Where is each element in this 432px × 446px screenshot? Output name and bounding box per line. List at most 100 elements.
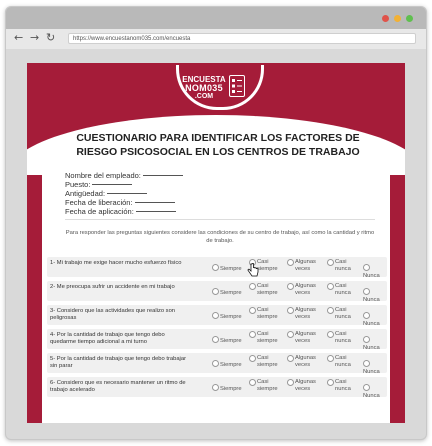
answer-option[interactable]: Siempre [212,360,242,369]
answer-option[interactable]: Casi siempre [249,331,285,344]
answer-option-label: Casi siempre [257,283,278,296]
radio-icon[interactable] [212,288,219,295]
answer-option[interactable]: Nunca [363,312,387,327]
answer-option-label: Algunas veces [295,331,316,344]
close-window-icon[interactable] [382,15,389,22]
answer-option-label: Casi siempre [257,355,278,368]
question-row: 2- Me preocupa sufrir un accidente en mi… [47,281,387,303]
url-field[interactable]: https://www.encuestanom035.com/encuesta [68,33,416,44]
radio-icon[interactable] [327,283,334,290]
radio-icon[interactable] [363,336,370,343]
minimize-window-icon[interactable] [394,15,401,22]
answer-option-label: Siempre [220,314,242,320]
radio-icon[interactable] [327,379,334,386]
answer-option[interactable]: Nunca [363,264,387,279]
answer-option[interactable]: Algunas veces [287,259,323,272]
logo[interactable]: ENCUESTA NOM035 .COM [181,75,253,105]
radio-icon[interactable] [249,307,256,314]
answer-option[interactable]: Nunca [363,288,387,303]
forward-arrow-icon[interactable]: → [30,31,39,44]
logo-line3: .COM [194,93,214,100]
radio-icon[interactable] [287,259,294,266]
back-arrow-icon[interactable]: ← [14,31,23,44]
answer-option[interactable]: Siempre [212,384,242,393]
question-row: 1- Mi trabajo me exige hacer mucho esfue… [47,257,387,279]
answer-option[interactable]: Siempre [212,264,242,273]
answer-option-label: Casi nunca [335,331,351,344]
answer-option[interactable]: Casi nunca [327,355,363,368]
radio-icon[interactable] [287,379,294,386]
answer-option-label: Algunas veces [295,355,316,368]
employee-fields: Nombre del empleado: Puesto: Antigüedad:… [65,171,183,216]
answer-option[interactable]: Casi nunca [327,283,363,296]
answer-option-label: Casi nunca [335,307,351,320]
answer-option-label: Casi siempre [257,307,278,320]
answer-option-label: Nunca [363,392,380,399]
radio-icon[interactable] [287,283,294,290]
reload-icon[interactable]: ↻ [46,31,55,44]
radio-icon[interactable] [363,288,370,295]
cursor-hand-icon [247,263,259,277]
answer-option[interactable]: Siempre [212,312,242,321]
radio-icon[interactable] [363,264,370,271]
answer-option[interactable]: Casi siempre [249,283,285,296]
answer-option[interactable]: Nunca [363,336,387,351]
radio-icon[interactable] [249,379,256,386]
radio-icon[interactable] [212,336,219,343]
question-text: 6- Considero que es necesario mantener u… [50,380,186,393]
answer-option[interactable]: Casi nunca [327,307,363,320]
answer-option-label: Casi nunca [335,355,351,368]
field-fecha-aplicacion[interactable]: Fecha de aplicación: [65,207,183,216]
radio-icon[interactable] [363,312,370,319]
radio-icon[interactable] [212,312,219,319]
field-puesto[interactable]: Puesto: [65,180,183,189]
radio-icon[interactable] [363,384,370,391]
radio-icon[interactable] [363,360,370,367]
radio-icon[interactable] [212,264,219,271]
answer-option-label: Siempre [220,386,242,392]
answer-option-label: Algunas veces [295,259,316,272]
question-text: 4- Por la cantidad de trabajo que tengo … [50,332,165,345]
answer-option[interactable]: Algunas veces [287,307,323,320]
radio-icon[interactable] [249,283,256,290]
radio-icon[interactable] [212,360,219,367]
answer-option-label: Casi nunca [335,283,351,296]
answer-option-label: Nunca [363,320,380,327]
answer-option[interactable]: Siempre [212,336,242,345]
field-antiguedad[interactable]: Antigüedad: [65,189,183,198]
answer-option[interactable]: Nunca [363,360,387,375]
radio-icon[interactable] [327,355,334,362]
answer-option[interactable]: Casi siempre [249,379,285,392]
answer-option[interactable]: Siempre [212,288,242,297]
radio-icon[interactable] [249,355,256,362]
question-text: 5- Por la cantidad de trabajo que tengo … [50,356,187,369]
radio-icon[interactable] [327,331,334,338]
answer-option[interactable]: Casi nunca [327,259,363,272]
answer-option[interactable]: Nunca [363,384,387,399]
answer-option-label: Siempre [220,266,242,272]
radio-icon[interactable] [327,259,334,266]
answer-option-label: Nunca [363,272,380,279]
answer-option[interactable]: Algunas veces [287,283,323,296]
answer-option-label: Nunca [363,368,380,375]
radio-icon[interactable] [327,307,334,314]
field-nombre[interactable]: Nombre del empleado: [65,171,183,180]
radio-icon[interactable] [287,331,294,338]
radio-icon[interactable] [249,331,256,338]
radio-icon[interactable] [287,307,294,314]
answer-option[interactable]: Casi nunca [327,331,363,344]
answer-option[interactable]: Algunas veces [287,331,323,344]
answer-option[interactable]: Casi siempre [249,355,285,368]
field-fecha-liberacion[interactable]: Fecha de liberación: [65,198,183,207]
logo-line2: NOM035 [185,83,223,93]
question-row: 4- Por la cantidad de trabajo que tengo … [47,329,387,351]
question-text: 3- Considero que las actividades que rea… [50,308,176,321]
answer-option[interactable]: Casi siempre [249,307,285,320]
answer-option[interactable]: Algunas veces [287,355,323,368]
radio-icon[interactable] [212,384,219,391]
answer-option[interactable]: Algunas veces [287,379,323,392]
radio-icon[interactable] [287,355,294,362]
address-bar: ← → ↻ https://www.encuestanom035.com/enc… [6,29,426,49]
answer-option[interactable]: Casi nunca [327,379,363,392]
maximize-window-icon[interactable] [406,15,413,22]
